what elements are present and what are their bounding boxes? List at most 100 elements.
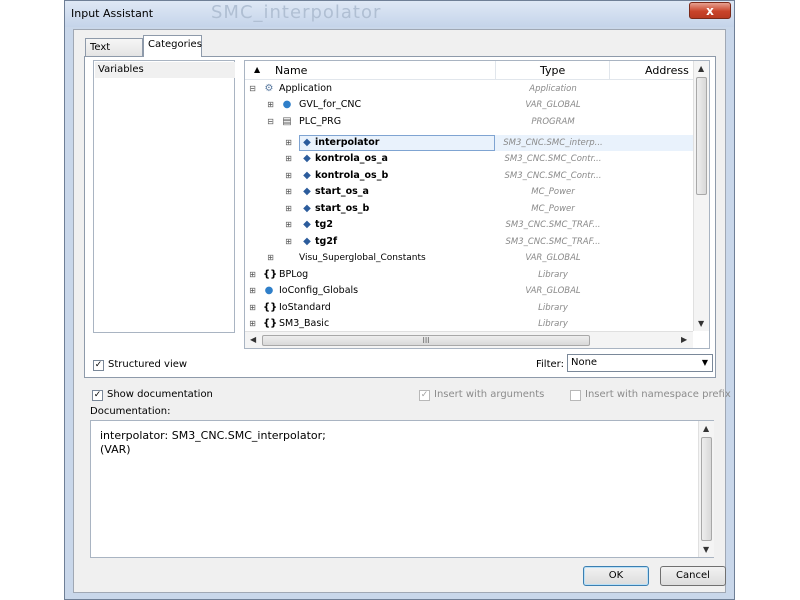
title-bar[interactable]: SMC_interpolator Input Assistant x: [65, 1, 734, 27]
checkmark-icon: ✓: [93, 390, 102, 400]
expand-icon[interactable]: ⊞: [285, 221, 292, 229]
scroll-thumb[interactable]: [696, 77, 707, 195]
tab-categories[interactable]: Categories: [143, 35, 202, 57]
tree-row-name: start_os_b: [315, 203, 370, 214]
tree-row-type: Library: [538, 270, 568, 280]
column-type-header[interactable]: Type: [540, 64, 565, 77]
documentation-scrollbar[interactable]: ▲ ▼: [698, 421, 714, 557]
tree-row-start-os-a[interactable]: ⊞ ◆ start_os_a MC_Power: [245, 184, 693, 200]
variable-icon: ◆: [303, 170, 311, 181]
tree-row-start-os-b[interactable]: ⊞ ◆ start_os_b MC_Power: [245, 201, 693, 217]
scroll-right-icon[interactable]: ▶: [681, 335, 687, 344]
expand-icon[interactable]: ⊞: [285, 238, 292, 246]
tree-row-type: MC_Power: [531, 204, 575, 214]
tree-row-application[interactable]: ⊟ ⚙ Application Application: [245, 81, 693, 97]
tree-row-name: start_os_a: [315, 186, 369, 197]
expand-icon[interactable]: ⊞: [267, 254, 274, 262]
tree-row-type: VAR_GLOBAL: [525, 100, 581, 110]
tree-row-name: kontrola_os_b: [315, 170, 389, 181]
expand-icon[interactable]: ⊞: [249, 304, 256, 312]
structured-view-checkbox[interactable]: ✓: [93, 360, 104, 371]
tree-row-tg2[interactable]: ⊞ ◆ tg2 SM3_CNC.SMC_TRAF...: [245, 217, 693, 233]
category-item-variables[interactable]: Variables: [95, 62, 235, 78]
tree-row-kontrola-os-a[interactable]: ⊞ ◆ kontrola_os_a SM3_CNC.SMC_Contr...: [245, 151, 693, 167]
expand-icon[interactable]: ⊞: [285, 172, 292, 180]
tree-row-type: PROGRAM: [531, 117, 575, 127]
globe-icon: ●: [282, 99, 292, 110]
documentation-label: Documentation:: [90, 406, 171, 417]
checkmark-icon: ✓: [420, 390, 429, 400]
braces-icon: {}: [263, 302, 278, 313]
scroll-left-icon[interactable]: ◀: [250, 335, 256, 344]
expand-icon[interactable]: ⊞: [285, 139, 292, 147]
expand-icon[interactable]: ⊞: [249, 320, 256, 328]
sort-up-icon[interactable]: ▲: [254, 65, 260, 74]
variable-icon: ◆: [303, 203, 311, 214]
checkmark-icon: ✓: [94, 360, 103, 370]
scroll-up-icon[interactable]: ▲: [698, 64, 704, 73]
collapse-icon[interactable]: ⊟: [249, 85, 256, 93]
tree-row-gvl-for-cnc[interactable]: ⊞ ● GVL_for_CNC VAR_GLOBAL: [245, 97, 693, 113]
column-name-header[interactable]: Name: [275, 64, 307, 77]
expand-icon[interactable]: ⊞: [249, 271, 256, 279]
variable-icon: ◆: [303, 186, 311, 197]
title-ghost-text: SMC_interpolator: [211, 2, 382, 23]
tree-row-type: MC_Power: [531, 187, 575, 197]
documentation-box[interactable]: interpolator: SM3_CNC.SMC_interpolator; …: [90, 420, 714, 558]
tree-row-bplog[interactable]: ⊞ {} BPLog Library: [245, 267, 693, 283]
expand-icon[interactable]: ⊞: [249, 287, 256, 295]
tree-row-name: BPLog: [279, 269, 309, 280]
tree-row-plc-prg[interactable]: ⊟ ▤ PLC_PRG PROGRAM: [245, 114, 693, 130]
expand-icon[interactable]: ⊞: [267, 101, 274, 109]
tree-row-name: kontrola_os_a: [315, 153, 388, 164]
expand-icon[interactable]: ⊞: [285, 205, 292, 213]
symbol-tree[interactable]: ▲ Name Type Address ⊟ ⚙ Application Appl…: [244, 60, 710, 349]
close-button[interactable]: x: [689, 2, 731, 19]
tree-row-type: SM3_CNC.SMC_TRAF...: [505, 220, 601, 230]
tree-row-name: Application: [279, 83, 333, 94]
insert-with-namespace-checkbox[interactable]: [570, 390, 581, 401]
tree-row-interpolator[interactable]: ⊞ ◆ interpolator SM3_CNC.SMC_interp...: [245, 135, 693, 151]
tree-row-type: SM3_CNC.SMC_Contr...: [504, 171, 602, 181]
tree-row-sm3-basic[interactable]: ⊞ {} SM3_Basic Library: [245, 316, 693, 332]
tree-row-type: SM3_CNC.SMC_interp...: [503, 138, 603, 148]
ok-button[interactable]: OK: [583, 566, 649, 586]
tree-row-visu-superglobal-constants[interactable]: ⊞ Visu_Superglobal_Constants VAR_GLOBAL: [245, 250, 693, 266]
tree-row-type: SM3_CNC.SMC_TRAF...: [505, 237, 601, 247]
tree-row-ioconfig-globals[interactable]: ⊞ ● IoConfig_Globals VAR_GLOBAL: [245, 283, 693, 299]
tree-vertical-scrollbar[interactable]: ▲ ▼: [693, 61, 709, 331]
column-address-header[interactable]: Address: [645, 64, 689, 77]
collapse-icon[interactable]: ⊟: [267, 118, 274, 126]
tree-row-tg2f[interactable]: ⊞ ◆ tg2f SM3_CNC.SMC_TRAF...: [245, 234, 693, 250]
column-divider[interactable]: [609, 61, 610, 79]
show-documentation-label: Show documentation: [107, 389, 213, 400]
tree-row-name: interpolator: [315, 137, 380, 148]
cancel-button[interactable]: Cancel: [660, 566, 726, 586]
chevron-down-icon[interactable]: ▼: [702, 355, 708, 371]
scroll-thumb[interactable]: [701, 437, 712, 541]
variable-icon: ◆: [303, 153, 311, 164]
tab-text-search[interactable]: Text search: [85, 38, 143, 70]
tree-row-kontrola-os-b[interactable]: ⊞ ◆ kontrola_os_b SM3_CNC.SMC_Contr...: [245, 168, 693, 184]
filter-value: None: [571, 357, 598, 368]
filter-label: Filter:: [536, 359, 564, 370]
expand-icon[interactable]: ⊞: [285, 155, 292, 163]
insert-with-namespace-label: Insert with namespace prefix: [585, 389, 731, 400]
show-documentation-checkbox[interactable]: ✓: [92, 390, 103, 401]
braces-icon: {}: [263, 269, 278, 280]
insert-with-arguments-checkbox[interactable]: ✓: [419, 390, 430, 401]
dialog-client-area: Text search Categories Variables ▲ Name …: [73, 29, 731, 593]
filter-dropdown[interactable]: None ▼: [567, 354, 713, 372]
scroll-down-icon[interactable]: ▼: [698, 319, 704, 328]
tree-horizontal-scrollbar[interactable]: ◀ III ▶: [245, 331, 693, 348]
category-list[interactable]: Variables: [93, 60, 235, 333]
tree-row-name: Visu_Superglobal_Constants: [299, 253, 426, 263]
tree-row-iostandard[interactable]: ⊞ {} IoStandard Library: [245, 300, 693, 316]
scroll-thumb[interactable]: III: [262, 335, 590, 346]
column-divider[interactable]: [495, 61, 496, 79]
expand-icon[interactable]: ⊞: [285, 188, 292, 196]
scroll-up-icon[interactable]: ▲: [703, 424, 709, 433]
document-icon: ▤: [282, 116, 292, 127]
scroll-down-icon[interactable]: ▼: [703, 545, 709, 554]
input-assistant-dialog: SMC_interpolator Input Assistant x Text …: [64, 0, 735, 600]
